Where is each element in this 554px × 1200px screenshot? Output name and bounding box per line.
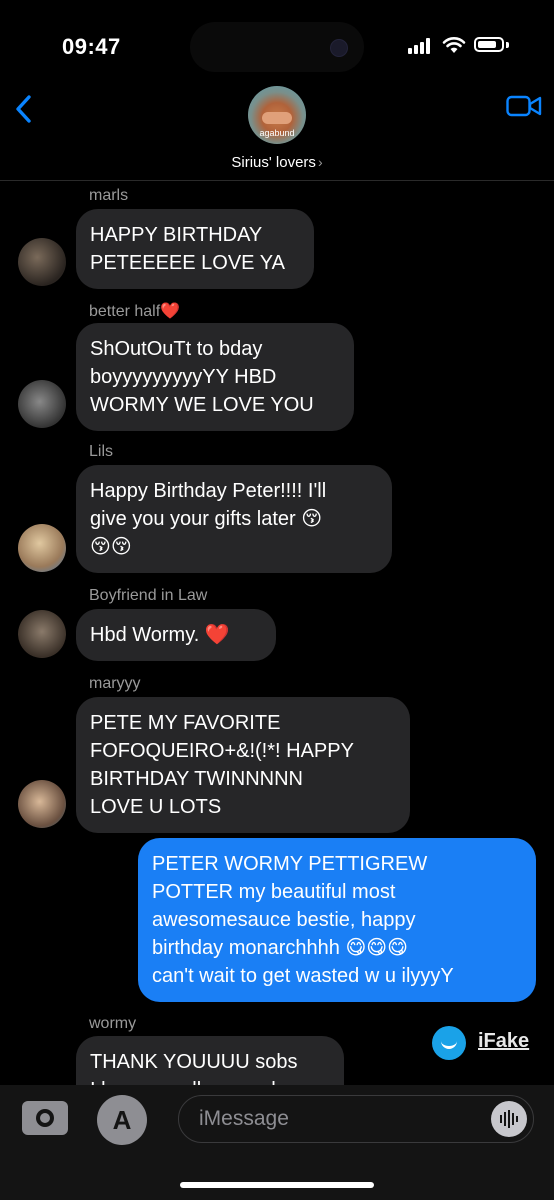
avatar[interactable] — [18, 610, 66, 658]
dynamic-island — [190, 22, 364, 72]
message-bubble[interactable]: THANK YOUUUU sobs I love you all so much — [76, 1036, 344, 1085]
sender-name: better half❤️ — [89, 303, 181, 320]
chevron-right-icon: › — [317, 154, 323, 170]
video-camera-icon[interactable] — [506, 94, 542, 118]
group-name[interactable]: Sirius' lovers › — [0, 154, 554, 171]
camera-icon[interactable] — [22, 1101, 68, 1135]
avatar[interactable] — [18, 524, 66, 572]
chevron-left-icon[interactable] — [10, 94, 40, 124]
app-store-icon[interactable]: A — [97, 1095, 147, 1145]
message-bubble[interactable]: HAPPY BIRTHDAY PETEEEEE LOVE YA — [76, 209, 314, 289]
front-camera-icon — [330, 39, 348, 57]
wifi-icon — [442, 37, 466, 53]
ifake-label: iFake — [478, 1030, 530, 1052]
battery-icon — [474, 37, 504, 52]
message-input[interactable]: iMessage — [178, 1095, 534, 1143]
sender-name: Lils — [89, 443, 114, 460]
message-bubble[interactable]: Happy Birthday Peter!!!! I'll give you y… — [76, 465, 392, 573]
home-indicator[interactable] — [180, 1182, 374, 1188]
message-thread[interactable]: marls HAPPY BIRTHDAY PETEEEEE LOVE YA be… — [0, 181, 554, 1085]
cellular-signal-icon — [408, 38, 434, 54]
sender-name: wormy — [89, 1015, 137, 1032]
message-bubble[interactable]: ShOutOuTt to bday boyyyyyyyyyYY HBD WORM… — [76, 323, 354, 431]
group-name-label: Sirius' lovers — [231, 154, 316, 171]
message-bubble[interactable]: PETE MY FAVORITE FOFOQUEIRO+&!(!*! HAPPY… — [76, 697, 410, 833]
conversation-header: agabund Sirius' lovers › — [0, 80, 554, 181]
sender-name: Boyfriend in Law — [89, 587, 208, 604]
avatar[interactable] — [18, 780, 66, 828]
group-avatar[interactable]: agabund — [248, 86, 306, 144]
message-bubble[interactable]: Hbd Wormy. ❤️ — [76, 609, 276, 661]
status-bar: 09:47 — [0, 0, 554, 90]
avatar[interactable] — [18, 238, 66, 286]
waveform-icon[interactable] — [491, 1101, 527, 1137]
smiley-icon — [432, 1026, 466, 1060]
battery-tip — [506, 42, 509, 48]
status-time: 09:47 — [62, 34, 121, 59]
outgoing-message-bubble[interactable]: PETER WORMY PETTIGREW POTTER my beautifu… — [138, 838, 536, 1002]
sender-name: marls — [89, 187, 129, 204]
sender-name: maryyy — [89, 675, 141, 692]
message-placeholder: iMessage — [199, 1107, 289, 1130]
avatar[interactable] — [18, 380, 66, 428]
